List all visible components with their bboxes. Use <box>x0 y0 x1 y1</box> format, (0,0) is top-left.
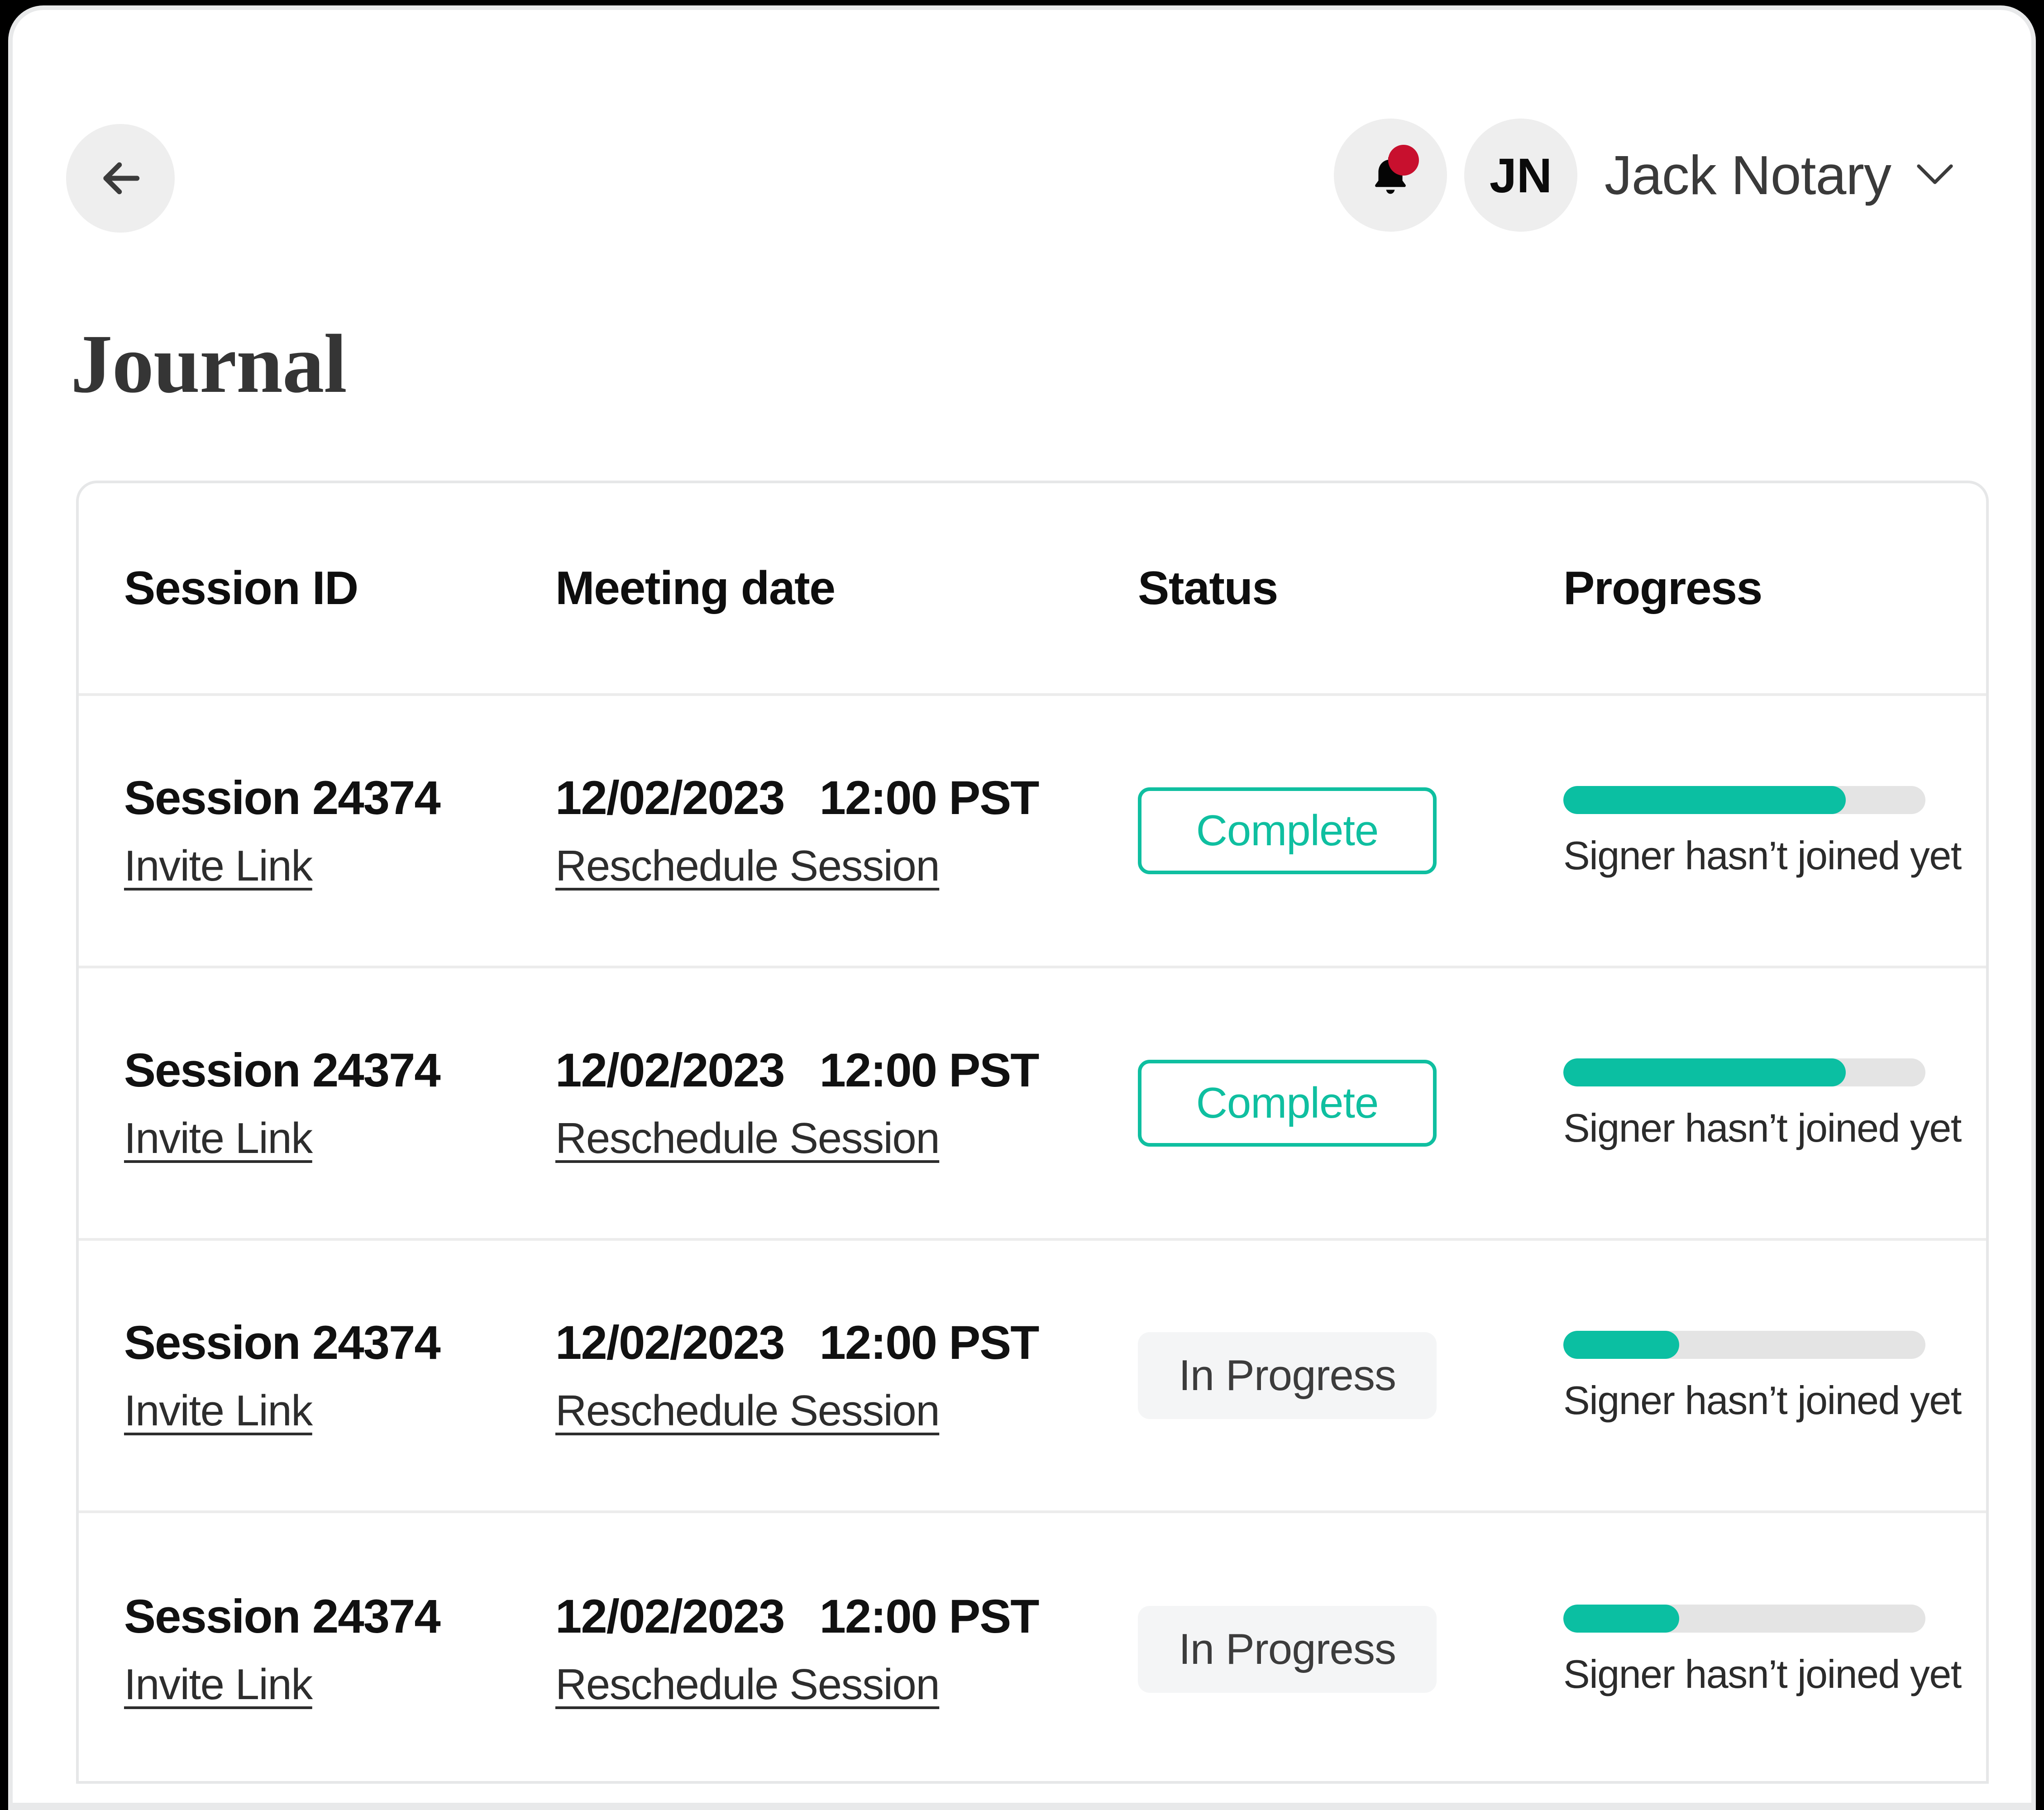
status-badge[interactable]: In Progress <box>1138 1606 1437 1693</box>
cell-progress: Signer hasn’t joined yet <box>1563 1331 1984 1420</box>
avatar-initials: JN <box>1489 148 1552 203</box>
page-title: Journal <box>71 318 347 410</box>
session-id-label: Session 24374 <box>124 771 441 824</box>
window-bottom-edge <box>13 1803 2031 1810</box>
session-id-label: Session 24374 <box>124 1043 441 1097</box>
meeting-date-label: 12/02/2023 <box>555 1043 785 1097</box>
cell-session-id: Session 24374 Invite Link <box>79 1593 513 1706</box>
progress-note: Signer hasn’t joined yet <box>1563 833 1962 878</box>
column-header-meeting-date: Meeting date <box>555 562 836 614</box>
meeting-date-label: 12/02/2023 <box>555 771 785 824</box>
progress-bar <box>1563 1605 1925 1633</box>
reschedule-session-link[interactable]: Reschedule Session <box>555 844 940 888</box>
meeting-time-label: 12:00 PST <box>819 1590 1040 1643</box>
invite-link[interactable]: Invite Link <box>124 1116 313 1160</box>
app-window: JN Jack Notary Journal Session ID Meetin… <box>8 5 2036 1810</box>
cell-status: Complete <box>1138 787 1563 874</box>
reschedule-session-link[interactable]: Reschedule Session <box>555 1662 940 1706</box>
table-row[interactable]: Session 24374 Invite Link 12/02/2023 12:… <box>79 1241 1986 1513</box>
cell-status: Complete <box>1138 1060 1563 1147</box>
user-menu[interactable]: Jack Notary <box>1605 143 1954 207</box>
journal-table-card: Session ID Meeting date Status Progress … <box>76 481 1989 1784</box>
cell-meeting-date: 12/02/2023 12:00 PST Reschedule Session <box>513 1593 1138 1706</box>
meeting-time-label: 12:00 PST <box>819 1043 1040 1097</box>
table-row[interactable]: Session 24374 Invite Link 12/02/2023 12:… <box>79 696 1986 968</box>
cell-progress: Signer hasn’t joined yet <box>1563 786 1984 876</box>
meeting-time-label: 12:00 PST <box>819 1316 1040 1369</box>
cell-session-id: Session 24374 Invite Link <box>79 1047 513 1160</box>
cell-status: In Progress <box>1138 1606 1563 1693</box>
cell-meeting-date: 12/02/2023 12:00 PST Reschedule Session <box>513 1047 1138 1160</box>
progress-note: Signer hasn’t joined yet <box>1563 1378 1962 1423</box>
chevron-down-icon <box>1915 162 1954 189</box>
invite-link[interactable]: Invite Link <box>124 1389 313 1433</box>
progress-note: Signer hasn’t joined yet <box>1563 1652 1962 1696</box>
progress-note: Signer hasn’t joined yet <box>1563 1105 1962 1150</box>
top-bar: JN Jack Notary <box>13 10 2031 263</box>
invite-link[interactable]: Invite Link <box>124 844 313 888</box>
column-header-session-id: Session ID <box>124 562 358 614</box>
reschedule-session-link[interactable]: Reschedule Session <box>555 1389 940 1433</box>
top-bar-right: JN Jack Notary <box>1333 119 1954 232</box>
column-header-status: Status <box>1138 562 1278 614</box>
status-badge[interactable]: Complete <box>1138 787 1437 874</box>
meeting-date-label: 12/02/2023 <box>555 1316 785 1369</box>
meeting-time-label: 12:00 PST <box>819 771 1040 824</box>
table-row[interactable]: Session 24374 Invite Link 12/02/2023 12:… <box>79 1513 1986 1781</box>
cell-progress: Signer hasn’t joined yet <box>1563 1058 1984 1148</box>
arrow-left-icon <box>96 153 145 203</box>
status-badge[interactable]: Complete <box>1138 1060 1437 1147</box>
notification-unread-dot <box>1388 145 1419 176</box>
table-header-row: Session ID Meeting date Status Progress <box>79 483 1986 696</box>
avatar[interactable]: JN <box>1464 119 1577 232</box>
progress-bar-fill <box>1563 786 1846 814</box>
cell-session-id: Session 24374 Invite Link <box>79 1319 513 1433</box>
session-id-label: Session 24374 <box>124 1590 441 1643</box>
reschedule-session-link[interactable]: Reschedule Session <box>555 1116 940 1160</box>
session-id-label: Session 24374 <box>124 1316 441 1369</box>
progress-bar-fill <box>1563 1605 1679 1633</box>
meeting-date-label: 12/02/2023 <box>555 1590 785 1643</box>
cell-meeting-date: 12/02/2023 12:00 PST Reschedule Session <box>513 774 1138 888</box>
progress-bar-fill <box>1563 1058 1846 1086</box>
cell-progress: Signer hasn’t joined yet <box>1563 1605 1984 1694</box>
progress-bar <box>1563 1331 1925 1359</box>
status-badge[interactable]: In Progress <box>1138 1332 1437 1419</box>
invite-link[interactable]: Invite Link <box>124 1662 313 1706</box>
notifications-button[interactable] <box>1333 119 1447 232</box>
progress-bar-fill <box>1563 1331 1679 1359</box>
progress-bar <box>1563 1058 1925 1086</box>
user-name: Jack Notary <box>1604 144 1891 206</box>
back-button[interactable] <box>66 124 175 233</box>
cell-meeting-date: 12/02/2023 12:00 PST Reschedule Session <box>513 1319 1138 1433</box>
cell-session-id: Session 24374 Invite Link <box>79 774 513 888</box>
progress-bar <box>1563 786 1925 814</box>
column-header-progress: Progress <box>1563 562 1762 614</box>
table-row[interactable]: Session 24374 Invite Link 12/02/2023 12:… <box>79 968 1986 1241</box>
cell-status: In Progress <box>1138 1332 1563 1419</box>
